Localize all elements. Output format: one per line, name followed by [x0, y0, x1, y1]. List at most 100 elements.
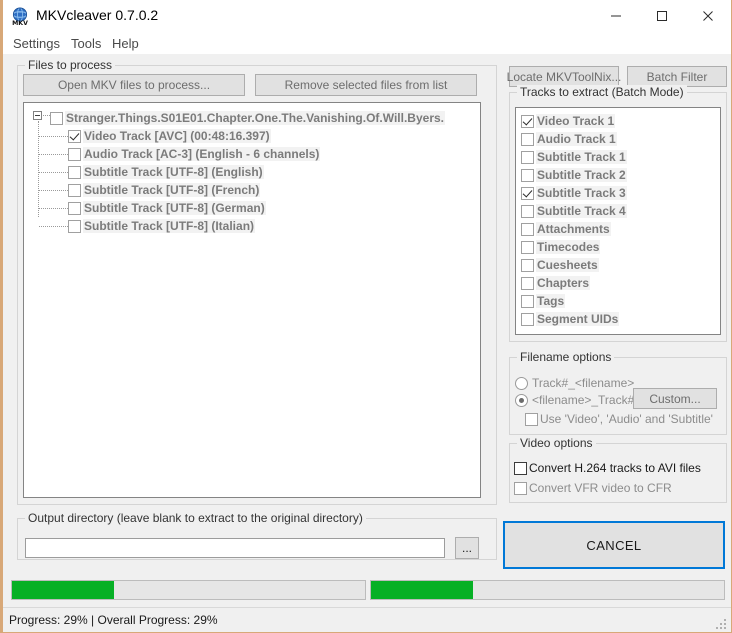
- filename-options-label: Filename options: [517, 350, 615, 364]
- tree-item-row[interactable]: Subtitle Track [UTF-8] (German): [68, 199, 266, 217]
- track-row[interactable]: Timecodes: [521, 238, 601, 256]
- tree-connector: [43, 115, 50, 117]
- tree-item-row[interactable]: Subtitle Track [UTF-8] (French): [68, 181, 261, 199]
- remove-selected-files-button[interactable]: Remove selected files from list: [255, 74, 477, 96]
- maximize-button[interactable]: [639, 0, 685, 31]
- radio-name-first-label: <filename>_Track#: [532, 393, 635, 407]
- minimize-button[interactable]: [593, 0, 639, 31]
- track-row[interactable]: Attachments: [521, 220, 611, 238]
- convert-vfr-checkbox[interactable]: [514, 481, 527, 495]
- tree-connector: [39, 154, 68, 156]
- track-row[interactable]: Video Track 1: [521, 112, 616, 130]
- track-row[interactable]: Subtitle Track 2: [521, 166, 627, 184]
- radio-track-first-label: Track#_<filename>: [532, 376, 635, 390]
- mkv-globe-icon: MKV: [10, 6, 30, 27]
- convert-h264-checkbox[interactable]: [514, 461, 527, 475]
- batch-filter-button[interactable]: Batch Filter: [627, 66, 727, 87]
- track-row[interactable]: Tags: [521, 292, 566, 310]
- tree-item-row[interactable]: Subtitle Track [UTF-8] (Italian): [68, 217, 256, 235]
- track-checkbox[interactable]: [521, 294, 534, 308]
- output-directory-label: Output directory (leave blank to extract…: [25, 511, 366, 525]
- tree-item-label: Subtitle Track [UTF-8] (English): [83, 165, 264, 179]
- track-label: Chapters: [536, 276, 591, 290]
- track-row[interactable]: Subtitle Track 1: [521, 148, 627, 166]
- track-row[interactable]: Subtitle Track 4: [521, 202, 627, 220]
- track-checkbox[interactable]: [521, 222, 534, 236]
- track-checkbox[interactable]: [521, 204, 534, 218]
- output-directory-field-wrap[interactable]: [25, 538, 445, 558]
- track-label: Attachments: [536, 222, 611, 236]
- track-checkbox[interactable]: [521, 240, 534, 254]
- track-label: Subtitle Track 1: [536, 150, 627, 164]
- tree-root-row[interactable]: Stranger.Things.S01E01.Chapter.One.The.V…: [50, 109, 445, 127]
- radio-track-first[interactable]: Track#_<filename>: [515, 376, 634, 390]
- menu-bar: Settings Tools Help: [3, 32, 731, 54]
- svg-text:MKV: MKV: [12, 20, 28, 26]
- cancel-button[interactable]: CANCEL: [503, 521, 725, 569]
- resize-grip[interactable]: [716, 619, 728, 631]
- mkvcleaver-window: MKV MKVcleaver 0.7.0.2 Settings Tools He…: [0, 0, 732, 633]
- tree-item-checkbox[interactable]: [68, 129, 81, 143]
- tree-root-label: Stranger.Things.S01E01.Chapter.One.The.V…: [65, 111, 445, 125]
- tree-item-checkbox[interactable]: [68, 201, 81, 215]
- tracks-list[interactable]: Video Track 1 Audio Track 1 Subtitle Track…: [515, 107, 721, 335]
- tree-connector: [39, 190, 68, 192]
- track-label: Subtitle Track 3: [536, 186, 627, 200]
- tree-item-label: Subtitle Track [UTF-8] (French): [83, 183, 261, 197]
- track-row[interactable]: Chapters: [521, 274, 591, 292]
- custom-filename-button[interactable]: Custom...: [633, 388, 717, 409]
- tree-item-checkbox[interactable]: [68, 183, 81, 197]
- tree-item-checkbox[interactable]: [68, 219, 81, 233]
- radio-track-first-indicator[interactable]: [515, 376, 528, 390]
- tree-connector: [39, 172, 68, 174]
- tree-item-row[interactable]: Subtitle Track [UTF-8] (English): [68, 163, 264, 181]
- use-prefix-option[interactable]: Use 'Video', 'Audio' and 'Subtitle': [525, 412, 713, 426]
- track-row[interactable]: Cuesheets: [521, 256, 599, 274]
- track-label: Timecodes: [536, 240, 601, 254]
- radio-name-first-indicator[interactable]: [515, 393, 528, 407]
- convert-vfr-option[interactable]: Convert VFR video to CFR: [514, 481, 672, 495]
- tree-connector: [39, 226, 68, 228]
- tree-item-checkbox[interactable]: [68, 147, 81, 161]
- video-options-label: Video options: [517, 436, 596, 450]
- tree-item-label: Audio Track [AC-3] (English - 6 channels…: [83, 147, 321, 161]
- menu-item-settings[interactable]: Settings: [8, 35, 65, 52]
- tree-expander-icon[interactable]: [33, 111, 42, 120]
- tree-item-row[interactable]: Video Track [AVC] (00:48:16.397): [68, 127, 271, 145]
- tree-item-row[interactable]: Audio Track [AC-3] (English - 6 channels…: [68, 145, 321, 163]
- output-directory-input[interactable]: [26, 539, 444, 557]
- track-label: Segment UIDs: [536, 312, 620, 326]
- file-tree-panel[interactable]: Stranger.Things.S01E01.Chapter.One.The.V…: [23, 102, 481, 498]
- track-checkbox[interactable]: [521, 114, 534, 128]
- track-checkbox[interactable]: [521, 258, 534, 272]
- track-label: Subtitle Track 4: [536, 204, 627, 218]
- files-to-process-label: Files to process: [25, 58, 116, 72]
- track-checkbox[interactable]: [521, 312, 534, 326]
- track-row[interactable]: Segment UIDs: [521, 310, 620, 328]
- progress-bar-current: [11, 580, 366, 600]
- tree-root-checkbox[interactable]: [50, 111, 63, 125]
- browse-output-directory-button[interactable]: ...: [455, 537, 479, 559]
- convert-h264-option[interactable]: Convert H.264 tracks to AVI files: [514, 461, 701, 475]
- track-label: Tags: [536, 294, 566, 308]
- track-checkbox[interactable]: [521, 132, 534, 146]
- title-bar: MKV MKVcleaver 0.7.0.2: [3, 0, 731, 33]
- track-row[interactable]: Audio Track 1: [521, 130, 617, 148]
- track-checkbox[interactable]: [521, 150, 534, 164]
- tree-item-label: Video Track [AVC] (00:48:16.397): [83, 129, 271, 143]
- tree-item-checkbox[interactable]: [68, 165, 81, 179]
- menu-item-help[interactable]: Help: [107, 35, 144, 52]
- status-bar: Progress: 29% | Overall Progress: 29%: [3, 607, 731, 632]
- tracks-to-extract-label: Tracks to extract (Batch Mode): [517, 85, 687, 99]
- track-checkbox[interactable]: [521, 276, 534, 290]
- radio-name-first[interactable]: <filename>_Track#: [515, 393, 634, 407]
- track-checkbox[interactable]: [521, 186, 534, 200]
- locate-mkvtoolnix-button[interactable]: Locate MKVToolNix...: [507, 66, 621, 87]
- track-row[interactable]: Subtitle Track 3: [521, 184, 627, 202]
- open-mkv-files-button[interactable]: Open MKV files to process...: [23, 74, 245, 96]
- use-prefix-checkbox[interactable]: [525, 412, 538, 426]
- menu-item-tools[interactable]: Tools: [66, 35, 106, 52]
- tree-item-label: Subtitle Track [UTF-8] (German): [83, 201, 266, 215]
- track-checkbox[interactable]: [521, 168, 534, 182]
- close-button[interactable]: [685, 0, 731, 31]
